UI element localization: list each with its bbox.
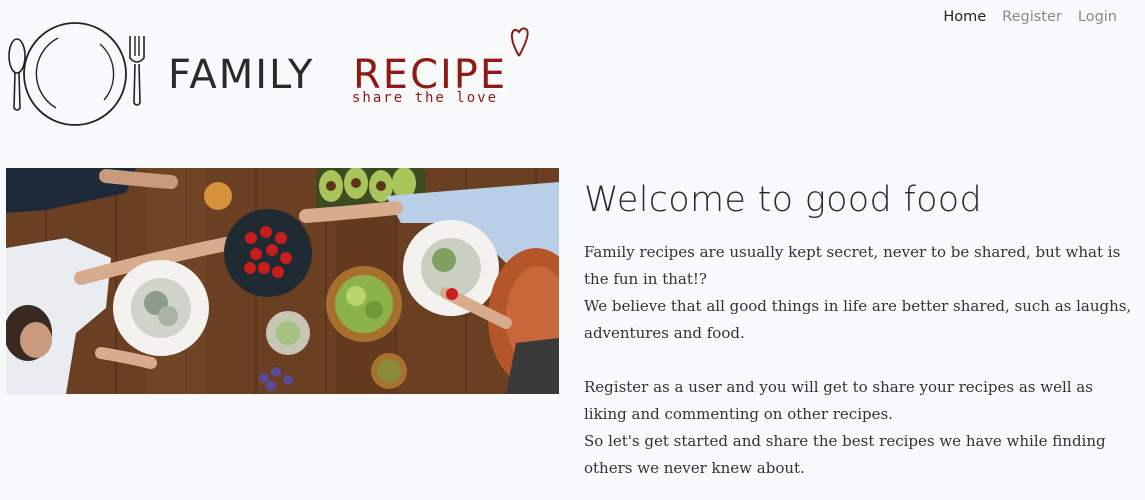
logo-family-text: FAMILY xyxy=(168,52,315,98)
welcome-section: Welcome to good food Family recipes are … xyxy=(584,174,1134,482)
welcome-paragraph-1: Family recipes are usually kept secret, … xyxy=(584,243,1121,288)
hero-food-image xyxy=(6,168,559,394)
nav-home-link[interactable]: Home xyxy=(943,7,986,27)
site-logo[interactable]: FAMILY RECIPE share the love xyxy=(0,0,540,135)
welcome-paragraph-2: We believe that all good things in life … xyxy=(584,297,1132,342)
food-table-photo-icon xyxy=(6,168,559,394)
welcome-paragraph-4: So let's get started and share the best … xyxy=(584,432,1106,477)
nav-login-link[interactable]: Login xyxy=(1078,7,1117,27)
page: FAMILY RECIPE share the love Home Regist… xyxy=(0,0,1145,500)
welcome-paragraph-3: Register as a user and you will get to s… xyxy=(584,378,1093,423)
main-nav: Home Register Login xyxy=(943,7,1117,27)
welcome-title: Welcome to good food xyxy=(584,180,983,220)
nav-register-link[interactable]: Register xyxy=(1002,7,1062,27)
logo-tagline: share the love xyxy=(352,90,499,106)
